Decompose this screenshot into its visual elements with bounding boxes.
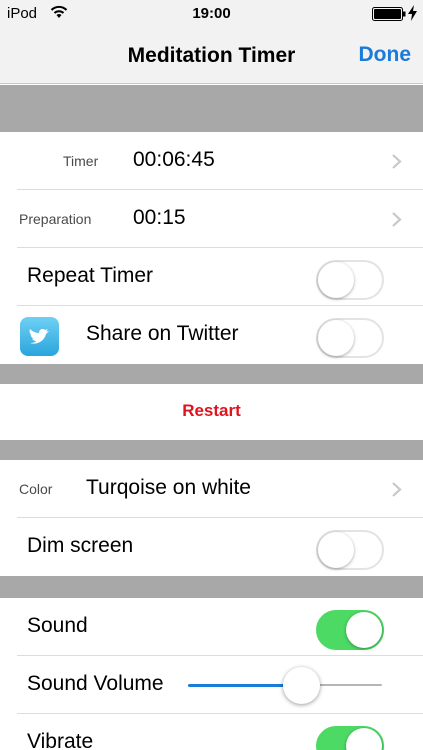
color-value: Turqoise on white xyxy=(86,476,251,499)
color-row[interactable]: Color Turqoise on white xyxy=(0,460,423,518)
timer-label: Timer xyxy=(63,153,99,169)
battery-full-icon xyxy=(372,7,406,21)
twitter-bird-icon xyxy=(20,317,59,356)
restart-row[interactable]: Restart xyxy=(0,384,423,440)
nav-bar: Meditation Timer Done xyxy=(0,28,423,84)
share-twitter-row: Share on Twitter xyxy=(0,306,423,364)
vibrate-toggle[interactable] xyxy=(316,726,384,750)
bolt-icon xyxy=(408,5,417,21)
restart-button[interactable]: Restart xyxy=(0,401,423,421)
chevron-right-icon xyxy=(392,482,402,497)
repeat-timer-label: Repeat Timer xyxy=(27,264,154,287)
color-label: Color xyxy=(19,481,53,497)
sound-toggle[interactable] xyxy=(316,610,384,650)
repeat-timer-toggle[interactable] xyxy=(316,260,384,300)
section-separator xyxy=(0,440,423,460)
status-time: 19:00 xyxy=(192,5,231,22)
dim-screen-toggle[interactable] xyxy=(316,530,384,570)
preparation-row[interactable]: Preparation 00:15 xyxy=(0,190,423,248)
sound-volume-row: Sound Volume xyxy=(0,656,423,714)
repeat-timer-row: Repeat Timer xyxy=(0,248,423,306)
share-twitter-label: Share on Twitter xyxy=(86,322,239,345)
done-button[interactable]: Done xyxy=(359,43,412,67)
vibrate-row: Vibrate xyxy=(0,714,423,750)
preparation-value: 00:15 xyxy=(133,206,186,229)
status-bar: iPod 19:00 xyxy=(0,0,423,28)
section-separator xyxy=(0,576,423,598)
sound-label: Sound xyxy=(27,614,88,637)
chevron-right-icon xyxy=(392,212,402,227)
preparation-label: Preparation xyxy=(19,211,92,227)
volume-slider-thumb[interactable] xyxy=(282,667,320,704)
timer-value: 00:06:45 xyxy=(133,148,215,171)
vibrate-label: Vibrate xyxy=(27,730,94,750)
timer-row[interactable]: Timer 00:06:45 xyxy=(0,132,423,190)
chevron-right-icon xyxy=(392,154,402,169)
share-twitter-toggle[interactable] xyxy=(316,318,384,358)
section-separator xyxy=(0,364,423,384)
section-separator xyxy=(0,85,423,132)
sound-volume-label: Sound Volume xyxy=(27,672,164,695)
sound-row: Sound xyxy=(0,598,423,656)
dim-screen-label: Dim screen xyxy=(27,534,134,557)
dim-screen-row: Dim screen xyxy=(0,518,423,576)
